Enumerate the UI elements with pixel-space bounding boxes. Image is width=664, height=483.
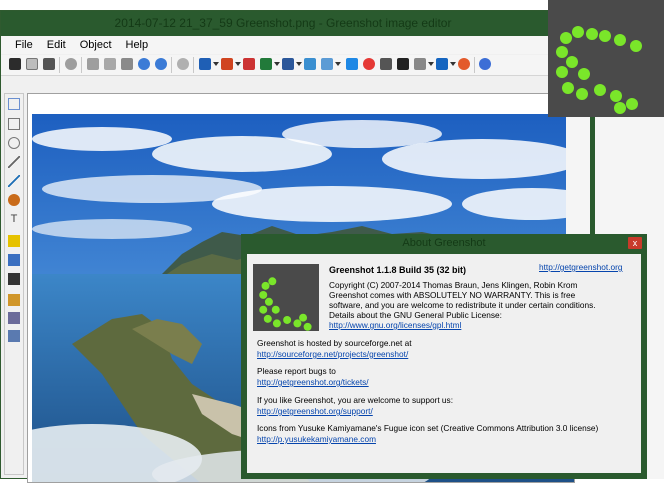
excel-icon[interactable]	[260, 58, 272, 70]
copy-icon[interactable]	[104, 58, 116, 70]
resize-tool-icon[interactable]	[8, 330, 20, 342]
rectangle-tool-icon[interactable]	[8, 118, 20, 130]
paste-icon[interactable]	[121, 58, 133, 70]
save-icon[interactable]	[9, 58, 21, 70]
picasa-icon[interactable]	[458, 58, 470, 70]
clipboard-icon[interactable]	[26, 58, 38, 70]
pdf-icon[interactable]	[243, 58, 255, 70]
info-icon[interactable]	[397, 58, 409, 70]
external-command-icon[interactable]	[414, 58, 426, 70]
editor-titlebar[interactable]: 2014-07-12 21_37_59 Greenshot.png - Gree…	[1, 11, 565, 36]
arrow-tool-icon[interactable]	[8, 175, 20, 187]
cursor-tool-icon[interactable]	[8, 98, 20, 110]
highlight-tool-icon[interactable]	[8, 235, 20, 247]
license-link[interactable]: http://www.gnu.org/licenses/gpl.html	[329, 320, 461, 331]
outlook-icon[interactable]	[199, 58, 211, 70]
bugs-link[interactable]: http://getgreenshot.org/tickets/	[257, 377, 369, 388]
support-text: If you like Greenshot, you are welcome t…	[257, 395, 453, 405]
icons-credit-text: Icons from Yusuke Kamiyamane's Fugue ico…	[257, 423, 599, 433]
obfuscate-tool-icon[interactable]	[8, 254, 20, 266]
greenshot-logo-icon	[556, 26, 642, 114]
website-link[interactable]: http://getgreenshot.org	[539, 262, 623, 273]
window-edge	[590, 117, 595, 237]
icons-credit-link[interactable]: http://p.yusukekamiyamane.com	[257, 434, 376, 445]
about-body: Greenshot 1.1.8 Build 35 (32 bit) http:/…	[247, 254, 641, 473]
drawing-tools-strip: T	[4, 93, 24, 475]
print-icon[interactable]	[43, 58, 55, 70]
sourceforge-link[interactable]: http://sourceforge.net/projects/greensho…	[257, 349, 408, 360]
rotate-tool-icon[interactable]	[8, 312, 20, 324]
menu-object[interactable]: Object	[73, 36, 119, 51]
email-icon[interactable]	[436, 58, 448, 70]
upload-icon[interactable]	[321, 58, 333, 70]
freehand-tool-icon[interactable]	[8, 194, 20, 206]
menu-help[interactable]: Help	[119, 36, 156, 51]
editor-title: 2014-07-12 21_37_59 Greenshot.png - Gree…	[114, 16, 452, 30]
menu-edit[interactable]: Edit	[40, 36, 73, 51]
help-icon[interactable]	[479, 58, 491, 70]
greenshot-logo-icon	[259, 277, 312, 331]
editor-toolbar	[1, 55, 565, 76]
delete-icon[interactable]	[65, 58, 77, 70]
imgur-icon[interactable]	[380, 58, 392, 70]
about-logo	[253, 264, 319, 331]
ellipse-tool-icon[interactable]	[8, 137, 20, 149]
app-version-title: Greenshot 1.1.8 Build 35 (32 bit)	[329, 265, 467, 275]
menu-file[interactable]: File	[1, 36, 40, 51]
bugs-text: Please report bugs to	[257, 366, 336, 376]
word-icon[interactable]	[282, 58, 294, 70]
redo-icon[interactable]	[155, 58, 167, 70]
stepnumber-tool-icon[interactable]	[8, 294, 20, 306]
settings-icon[interactable]	[177, 58, 189, 70]
about-dialog: About Greenshot x Greenshot 1.1.8 Build …	[241, 234, 647, 479]
dropbox-icon[interactable]	[346, 58, 358, 70]
hosted-text: Greenshot is hosted by sourceforge.net a…	[257, 338, 412, 348]
menu-bar: File Edit Object Help	[1, 36, 565, 54]
box-icon[interactable]	[304, 58, 316, 70]
about-title: About Greenshot	[402, 237, 486, 249]
close-button[interactable]: x	[628, 237, 642, 249]
undo-icon[interactable]	[138, 58, 150, 70]
cut-icon[interactable]	[87, 58, 99, 70]
powerpoint-icon[interactable]	[221, 58, 233, 70]
support-link[interactable]: http://getgreenshot.org/support/	[257, 406, 373, 417]
text-tool-icon[interactable]: T	[8, 213, 20, 225]
greenshot-logo-corner	[548, 0, 664, 117]
line-tool-icon[interactable]	[8, 156, 20, 168]
crop-tool-icon[interactable]	[8, 273, 20, 285]
flickr-icon[interactable]	[363, 58, 375, 70]
about-titlebar[interactable]: About Greenshot x	[241, 234, 647, 252]
